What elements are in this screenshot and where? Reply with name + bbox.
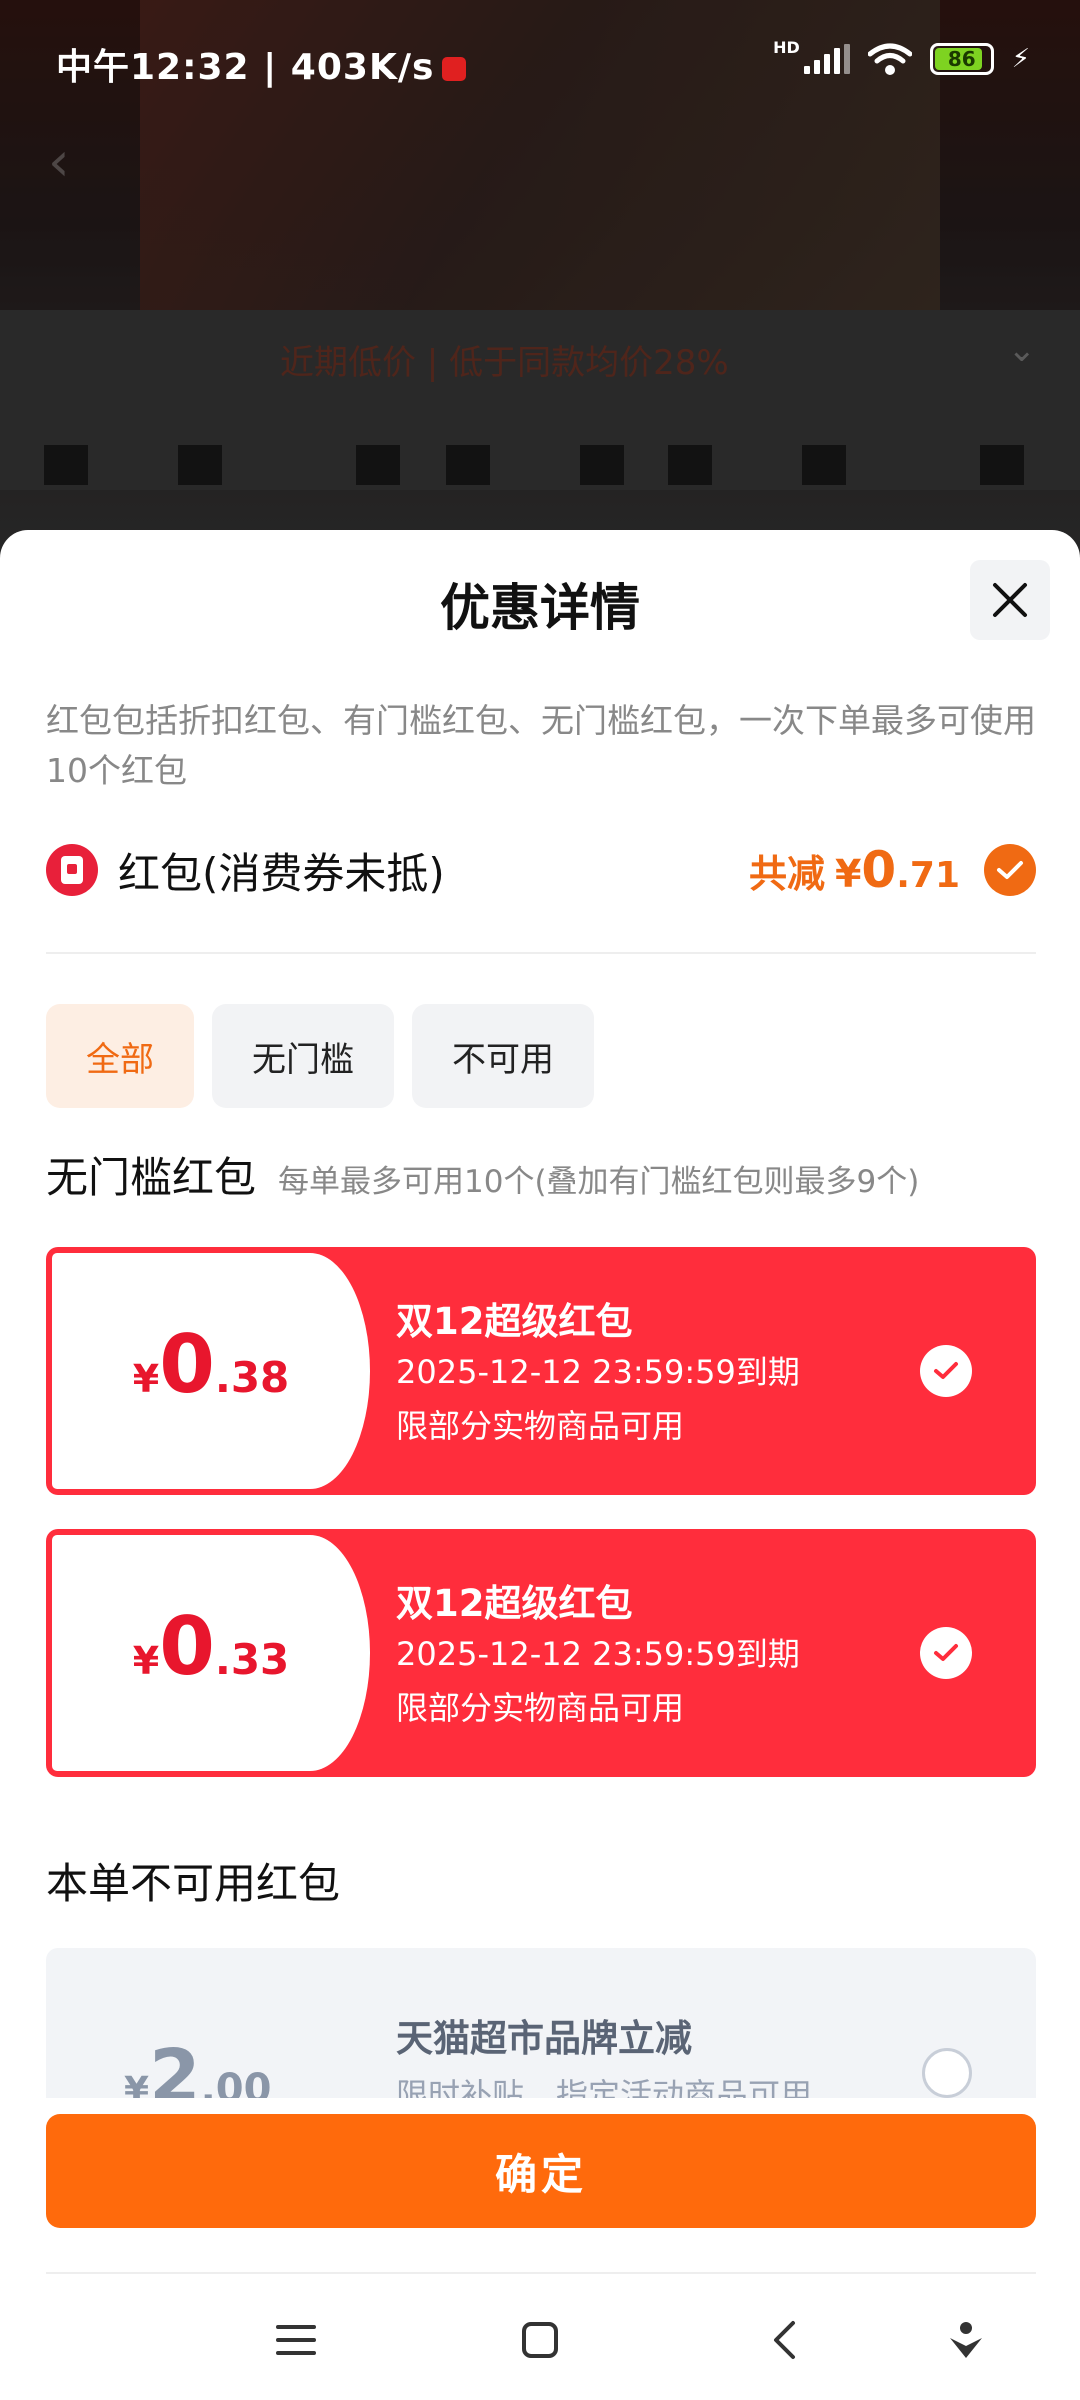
coupon-currency: ¥ bbox=[132, 1357, 160, 1401]
coupon-amount-int: 0 bbox=[159, 1318, 215, 1411]
coupon-amount: ¥ 2 .00 bbox=[124, 2040, 271, 2098]
status-time: 中午12:32 | 403K/s bbox=[56, 38, 467, 90]
total-prefix: 共减 bbox=[748, 852, 825, 896]
coupon-title: 天猫超市品牌立减 bbox=[396, 2017, 692, 2060]
redpacket-row[interactable]: 红包(消费券未抵) 共减 ¥ 0 .71 bbox=[46, 830, 1036, 910]
total-currency: ¥ bbox=[834, 852, 862, 896]
coupon-amount-dec: .33 bbox=[214, 1635, 290, 1684]
coupon-radio[interactable] bbox=[922, 2048, 972, 2098]
home-icon bbox=[522, 2322, 558, 2358]
confirm-button[interactable]: 确定 bbox=[46, 2114, 1036, 2228]
total-discount: 共减 ¥ 0 .71 bbox=[749, 841, 960, 899]
assistant-button[interactable] bbox=[936, 2310, 996, 2370]
redpacket-checkbox[interactable] bbox=[984, 844, 1036, 896]
menu-icon bbox=[276, 2325, 316, 2355]
divider bbox=[46, 952, 1036, 954]
divider bbox=[46, 2272, 1036, 2274]
hd-badge: HD bbox=[773, 37, 800, 57]
coupon-amount: ¥ 0 .33 bbox=[52, 1535, 370, 1771]
coupon-checkbox[interactable] bbox=[920, 1627, 972, 1679]
redpacket-icon bbox=[46, 844, 98, 896]
status-icons: HD 86 ⚡ bbox=[773, 38, 1030, 76]
coupon-card[interactable]: ¥ 0 .33 双12超级红包 2025-12-12 23:59:59到期 限部… bbox=[46, 1529, 1036, 1777]
assistant-icon bbox=[950, 2322, 982, 2358]
coupon-limit: 限部分实物商品可用 bbox=[396, 1407, 685, 1445]
check-icon bbox=[934, 1644, 958, 1661]
total-int: 0 bbox=[861, 841, 897, 899]
redpacket-label: 红包(消费券未抵) bbox=[118, 848, 445, 898]
menu-button[interactable] bbox=[266, 2310, 326, 2370]
wifi-icon bbox=[867, 43, 912, 75]
coupon-currency: ¥ bbox=[132, 1639, 160, 1683]
battery-level: 86 bbox=[947, 47, 976, 71]
coupon-amount-int: 0 bbox=[159, 1600, 215, 1693]
battery-icon: 86 bbox=[929, 43, 994, 75]
home-button[interactable] bbox=[510, 2310, 570, 2370]
description: 红包包括折扣红包、有门槛红包、无门槛红包，一次下单最多可使用10个红包 bbox=[46, 701, 1036, 790]
check-icon bbox=[934, 1362, 958, 1379]
coupon-amount-dec: .00 bbox=[200, 2066, 272, 2098]
discount-details-sheet: 优惠详情 红包包括折扣红包、有门槛红包、无门槛红包，一次下单最多可使用10个红包… bbox=[0, 530, 1080, 2400]
coupon-expiry: 2025-12-12 23:59:59到期 bbox=[396, 1353, 800, 1391]
back-icon bbox=[774, 2321, 795, 2359]
coupon-amount: ¥ 0 .38 bbox=[52, 1253, 370, 1489]
filter-tabs: 全部 无门槛 不可用 bbox=[46, 1004, 594, 1108]
section-title: 无门槛红包 bbox=[46, 1153, 257, 1202]
sheet-title: 优惠详情 bbox=[440, 579, 640, 637]
filter-no-threshold[interactable]: 无门槛 bbox=[212, 1004, 394, 1108]
coupon-amount-dec: .38 bbox=[214, 1353, 290, 1402]
coupon-title: 双12超级红包 bbox=[396, 1300, 633, 1343]
filter-all[interactable]: 全部 bbox=[46, 1004, 194, 1108]
total-dec: .71 bbox=[896, 855, 960, 896]
coupon-limit: 限部分实物商品可用 bbox=[396, 1689, 685, 1727]
coupon-currency: ¥ bbox=[124, 2070, 150, 2098]
status-time-text: 中午12:32 | 403K/s bbox=[56, 47, 435, 88]
signal-icon bbox=[803, 44, 850, 74]
system-nav-bar bbox=[0, 2280, 1080, 2400]
coupon-expiry: 2025-12-12 23:59:59到期 bbox=[396, 1635, 800, 1673]
coupon-card[interactable]: ¥ 0 .38 双12超级红包 2025-12-12 23:59:59到期 限部… bbox=[46, 1247, 1036, 1495]
check-icon bbox=[997, 861, 1023, 879]
section-subtitle: 每单最多可用10个(叠加有门槛红包则最多9个) bbox=[278, 1164, 920, 1200]
app-notification-icon bbox=[442, 57, 467, 81]
charging-icon: ⚡ bbox=[1011, 44, 1030, 74]
status-bar: 中午12:32 | 403K/s HD 86 ⚡ bbox=[0, 0, 1080, 96]
close-button[interactable] bbox=[970, 560, 1050, 640]
coupon-subtitle: 限时补贴，指定活动商品可用 bbox=[396, 2076, 813, 2098]
coupon-amount-int: 2 bbox=[149, 2034, 201, 2098]
coupon-checkbox[interactable] bbox=[920, 1345, 972, 1397]
close-icon bbox=[993, 583, 1027, 617]
coupon-title: 双12超级红包 bbox=[396, 1582, 633, 1625]
unavailable-coupon-card[interactable]: ¥ 2 .00 天猫超市品牌立减 限时补贴，指定活动商品可用 bbox=[46, 1948, 1036, 2098]
section-no-threshold: 无门槛红包 每单最多可用10个(叠加有门槛红包则最多9个) bbox=[46, 1144, 919, 1205]
filter-unavailable[interactable]: 不可用 bbox=[412, 1004, 594, 1108]
back-button[interactable] bbox=[754, 2310, 814, 2370]
unavailable-section-title: 本单不可用红包 bbox=[46, 1859, 341, 1908]
